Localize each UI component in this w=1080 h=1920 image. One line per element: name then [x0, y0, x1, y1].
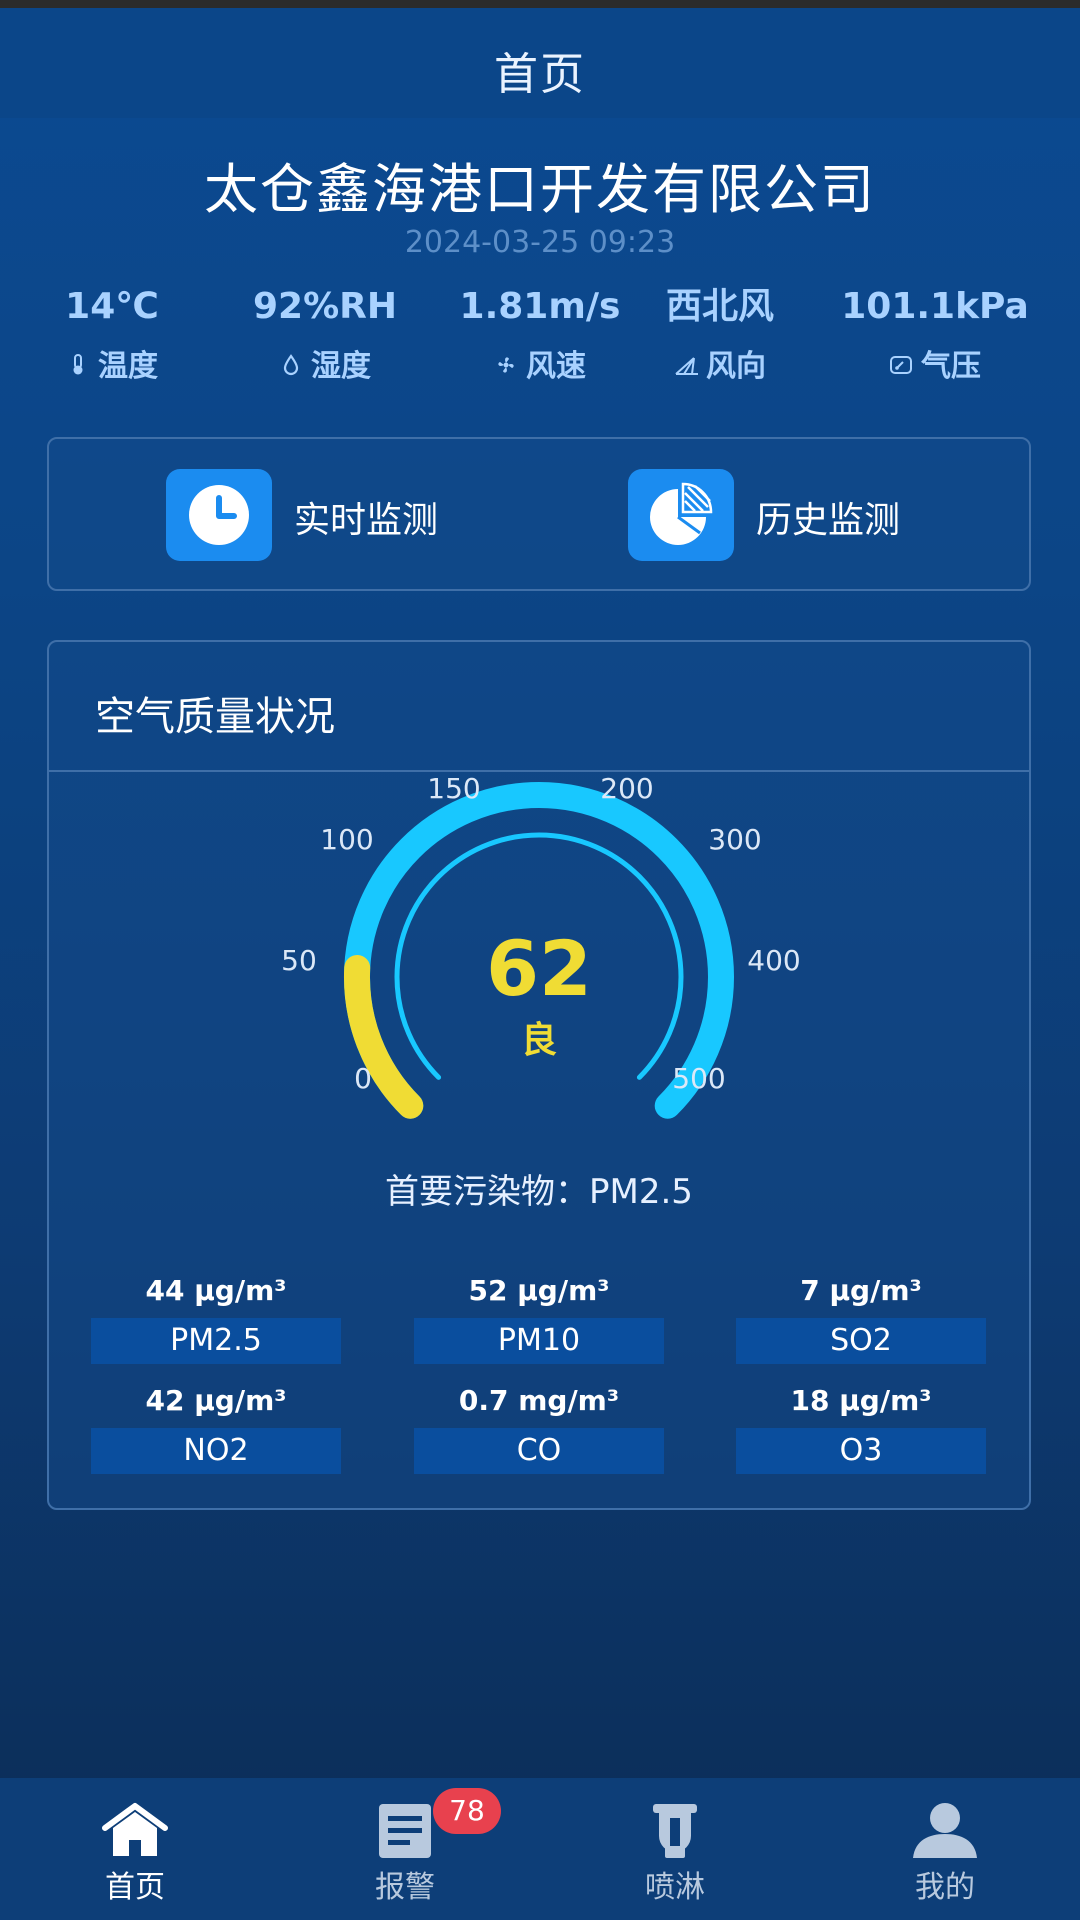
status-bar	[0, 0, 1080, 8]
pollutant-o3: 18 μg/m³ O3	[736, 1382, 986, 1474]
tab-profile-label: 我的	[915, 1870, 975, 1905]
primary-pollutant: 首要污染物：PM2.5	[385, 1172, 693, 1212]
wind-direction-icon	[674, 354, 698, 381]
pressure-value: 101.1kPa	[841, 286, 1029, 327]
temperature-value: 14℃	[65, 286, 159, 327]
update-datetime: 2024-03-25 09:23	[404, 225, 676, 260]
scale-label-100: 100	[320, 823, 373, 856]
humidity-value: 92%RH	[252, 286, 398, 327]
pollutant-name: SO2	[736, 1318, 986, 1364]
scale-label-200: 200	[600, 772, 653, 805]
tab-alarm-label: 报警	[375, 1870, 435, 1905]
scale-label-300: 300	[708, 823, 761, 856]
aqi-value: 62	[486, 924, 592, 1013]
realtime-monitor-label: 实时监测	[294, 500, 439, 541]
pollutant-value: 44 μg/m³	[145, 1274, 287, 1307]
bottom-tab-bar: 首页 报警 喷淋 我的	[0, 1778, 1080, 1920]
pollutant-value: 18 μg/m³	[790, 1384, 932, 1417]
scale-label-500: 500	[672, 1062, 725, 1095]
pollutant-name: CO	[414, 1428, 664, 1474]
tab-sprinkler[interactable]: 喷淋	[575, 1778, 775, 1920]
pollutant-name: O3	[736, 1428, 986, 1474]
air-quality-title: 空气质量状况	[95, 694, 335, 740]
fan-icon	[494, 354, 518, 381]
pollutant-value: 42 μg/m³	[145, 1384, 287, 1417]
pollutant-pm25: 44 μg/m³ PM2.5	[91, 1272, 341, 1364]
wind-direction-value: 西北风	[665, 286, 774, 327]
pollutant-value: 52 μg/m³	[468, 1274, 610, 1307]
weather-temperature: 14℃ 温度	[12, 285, 212, 385]
company-name: 太仓鑫海港口开发有限公司	[204, 158, 876, 221]
home-icon	[99, 1800, 171, 1860]
pollutant-name: PM10	[414, 1318, 664, 1364]
scale-label-400: 400	[747, 944, 800, 977]
wind-speed-value: 1.81m/s	[459, 286, 621, 327]
pollutant-pm10: 52 μg/m³ PM10	[414, 1272, 664, 1364]
alarm-count-badge: 78	[433, 1788, 501, 1834]
barometer-icon	[889, 354, 913, 381]
tab-sprinkler-label: 喷淋	[645, 1870, 705, 1905]
alarm-list-icon	[369, 1800, 441, 1860]
wind-speed-label: 风速	[526, 349, 586, 384]
app-header: 首页	[0, 8, 1080, 118]
temperature-label: 温度	[98, 349, 158, 384]
pollutant-co: 0.7 mg/m³ CO	[414, 1382, 664, 1474]
history-monitor-label: 历史监测	[756, 500, 901, 541]
pollutant-name: NO2	[91, 1428, 341, 1474]
scale-label-150: 150	[427, 772, 480, 805]
weather-pressure: 101.1kPa 气压	[835, 285, 1035, 385]
pollutant-name: PM2.5	[91, 1318, 341, 1364]
thermometer-icon	[66, 354, 90, 381]
aqi-gauge: 0 50 100 150 200 300 400 500 62 良	[281, 772, 801, 1119]
user-icon	[909, 1800, 981, 1860]
pie-chart-icon	[628, 469, 734, 561]
tab-home[interactable]: 首页	[35, 1778, 235, 1920]
pollutant-so2: 7 μg/m³ SO2	[736, 1272, 986, 1364]
page-title: 首页	[494, 49, 586, 100]
droplet-icon	[279, 354, 303, 381]
pollutant-no2: 42 μg/m³ NO2	[91, 1382, 341, 1474]
weather-wind-speed: 1.81m/s 风速	[440, 285, 640, 385]
pollutant-value: 0.7 mg/m³	[458, 1384, 620, 1417]
clock-icon	[166, 469, 272, 561]
sprinkler-icon	[639, 1800, 711, 1860]
weather-wind-direction: 西北风 风向	[620, 285, 820, 385]
monitor-panel: 实时监测 历史监测	[47, 437, 1031, 591]
scale-label-50: 50	[281, 944, 317, 977]
pollutant-value: 7 μg/m³	[800, 1274, 922, 1307]
humidity-label: 湿度	[311, 349, 371, 384]
scale-label-0: 0	[354, 1062, 372, 1095]
air-quality-panel: 空气质量状况 0 50 100 150 200 300 400 500 62 良…	[47, 640, 1031, 1510]
tab-profile[interactable]: 我的	[845, 1778, 1045, 1920]
pressure-label: 气压	[921, 349, 981, 384]
weather-humidity: 92%RH 湿度	[225, 285, 425, 385]
wind-direction-label: 风向	[706, 349, 766, 384]
tab-home-label: 首页	[105, 1870, 165, 1905]
aqi-level: 良	[521, 1020, 557, 1061]
